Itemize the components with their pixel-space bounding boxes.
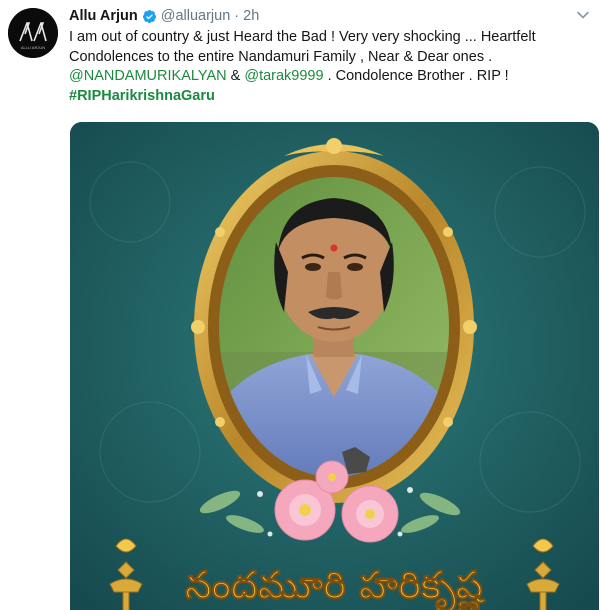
- tweet-text: I am out of country & just Heard the Bad…: [69, 28, 589, 106]
- separator-dot: ·: [234, 8, 240, 24]
- mention-separator: &: [226, 68, 245, 84]
- memorial-poster: నందమూరి హరికృష్ణ: [70, 122, 599, 610]
- user-handle[interactable]: @alluarjun: [161, 8, 231, 24]
- hashtag-link[interactable]: #RIPHarikrishnaGaru: [69, 88, 215, 104]
- tweet: ALLU ARJUN Allu Arjun @alluarjun · 2h I …: [0, 0, 600, 610]
- avatar[interactable]: ALLU ARJUN: [8, 8, 58, 58]
- display-name[interactable]: Allu Arjun: [69, 8, 138, 24]
- tweet-text-line: Condolences to the entire Nandamuri Fami…: [69, 48, 493, 65]
- mention-link[interactable]: @tarak9999: [244, 68, 323, 84]
- avatar-logo: ALLU ARJUN: [8, 8, 58, 58]
- timestamp[interactable]: 2h: [243, 8, 259, 24]
- tweet-text-line: I am out of country & just Heard the Bad…: [69, 29, 536, 45]
- chevron-down-icon[interactable]: [576, 8, 590, 22]
- telugu-name-text: నందమూరి హరికృష్ణ: [185, 563, 487, 610]
- tweet-text-line: @NANDAMURIKALYAN & @tarak9999 . Condolen…: [69, 67, 589, 87]
- tweet-text-line: #RIPHarikrishnaGaru: [69, 87, 589, 107]
- tweet-media-image[interactable]: నందమూరి హరికృష్ణ: [70, 122, 599, 610]
- avatar-caption: ALLU ARJUN: [21, 45, 45, 50]
- verified-badge-icon: [142, 9, 156, 23]
- tweet-header: Allu Arjun @alluarjun · 2h: [69, 6, 259, 26]
- tweet-text-fragment: . Condolence Brother . RIP !: [323, 68, 509, 84]
- mention-link[interactable]: @NANDAMURIKALYAN: [69, 68, 227, 84]
